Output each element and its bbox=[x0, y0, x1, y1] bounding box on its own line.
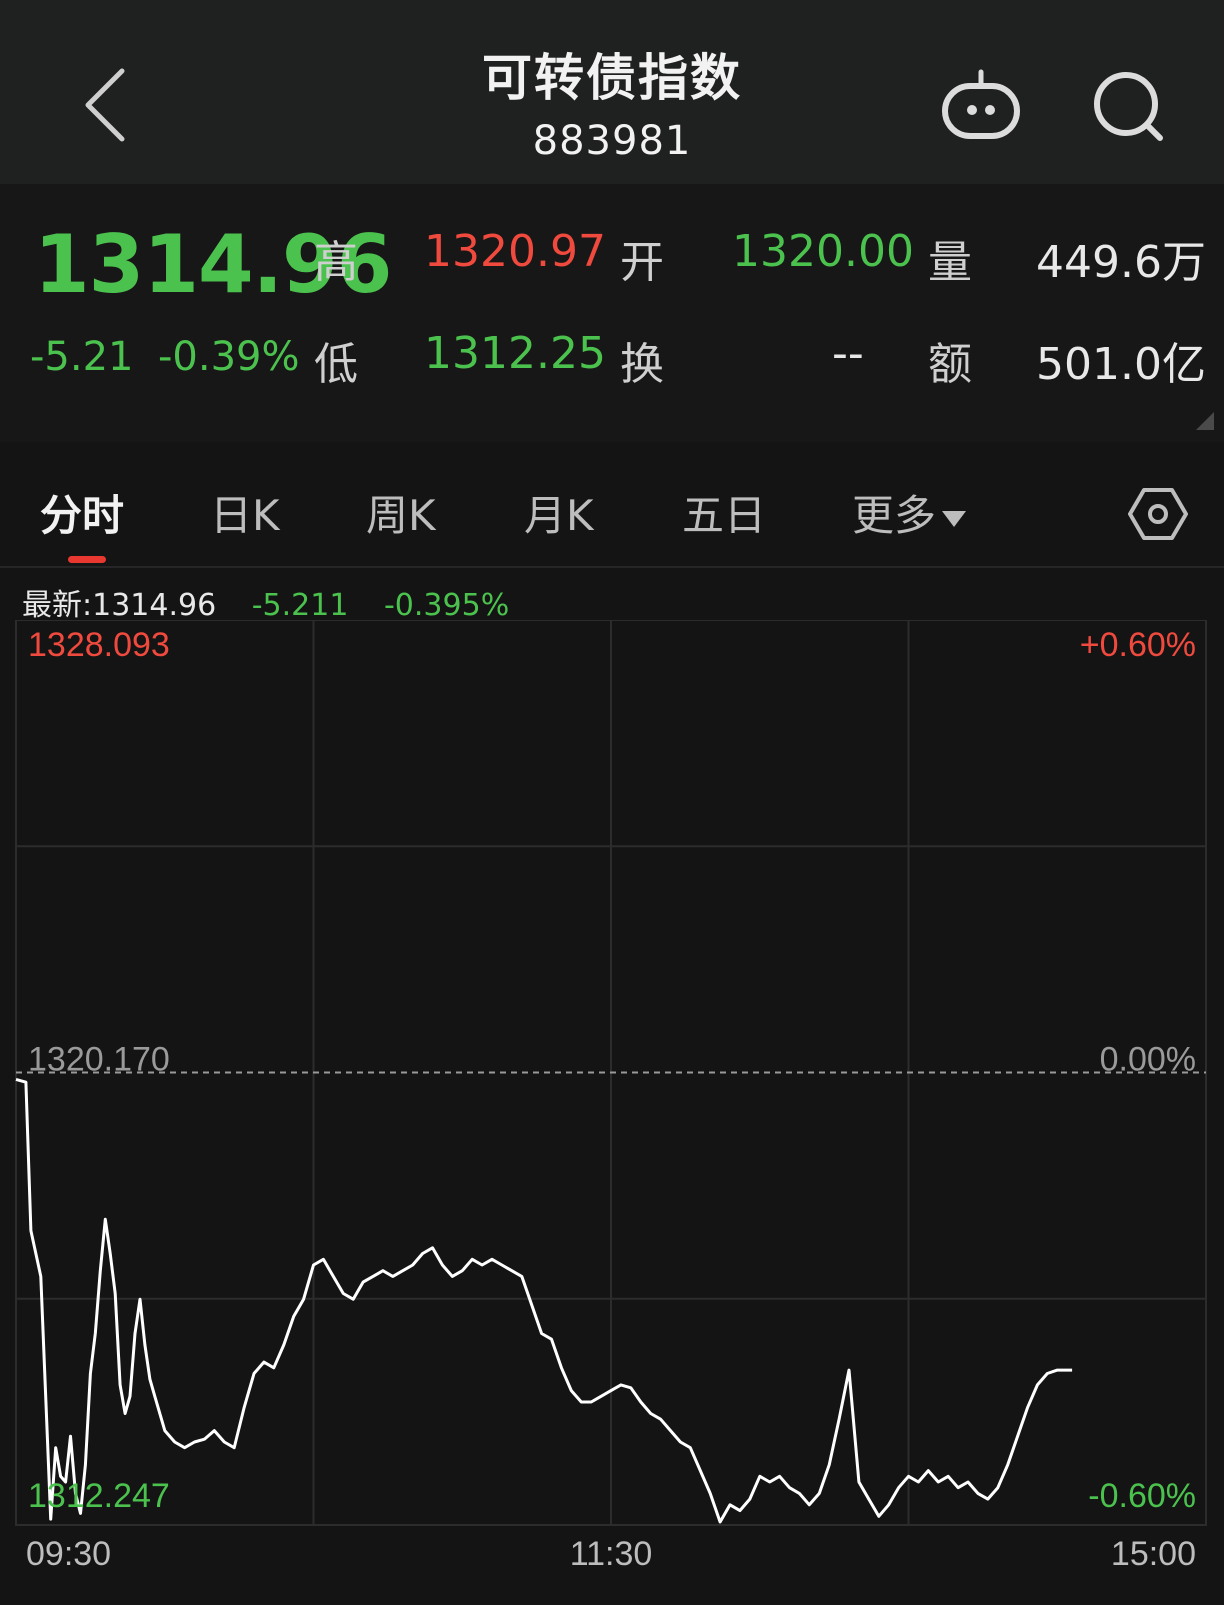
volume-label: 量 bbox=[928, 237, 972, 288]
turnover-label: 换 bbox=[620, 339, 664, 390]
robot-icon bbox=[942, 69, 1020, 139]
amount-value: 501.0亿 bbox=[1036, 339, 1206, 390]
latest-quote-row: 最新:1314.96 -5.211 -0.395% bbox=[22, 580, 535, 624]
x-label-open: 09:30 bbox=[26, 1535, 111, 1573]
latest-change: -5.211 bbox=[251, 588, 349, 623]
high-label: 高 bbox=[314, 237, 358, 288]
index-code: 883981 bbox=[532, 118, 692, 164]
amount-label: 额 bbox=[928, 339, 972, 390]
latest-price: 最新:1314.96 bbox=[22, 588, 217, 623]
active-tab-indicator bbox=[68, 556, 106, 563]
tab-intraday[interactable]: 分时 bbox=[40, 482, 124, 543]
chart-settings-button[interactable] bbox=[1128, 484, 1188, 544]
settings-icon bbox=[1128, 488, 1188, 540]
y-min-label: 1312.247 bbox=[28, 1477, 170, 1515]
y-max-label: 1328.093 bbox=[28, 626, 170, 664]
tab-five-day[interactable]: 五日 bbox=[682, 482, 766, 543]
open-value: 1320.00 bbox=[732, 226, 914, 277]
tab-daily-k[interactable]: 日K bbox=[210, 482, 280, 543]
tab-more[interactable]: 更多 bbox=[852, 482, 967, 543]
x-label-close: 15:00 bbox=[1111, 1535, 1196, 1573]
price-change-pct: -0.39% bbox=[158, 334, 300, 380]
assistant-button[interactable] bbox=[938, 66, 1024, 146]
expand-corner-icon[interactable] bbox=[1196, 412, 1214, 430]
high-value: 1320.97 bbox=[424, 226, 606, 277]
price-line bbox=[15, 1077, 1073, 1524]
app-header: 可转债指数 883981 bbox=[0, 0, 1224, 184]
turnover-value: -- bbox=[832, 328, 864, 379]
search-icon bbox=[1094, 72, 1163, 141]
search-button[interactable] bbox=[1090, 66, 1172, 146]
low-value: 1312.25 bbox=[424, 328, 606, 379]
low-label: 低 bbox=[314, 339, 358, 390]
x-label-midday: 11:30 bbox=[570, 1535, 653, 1573]
volume-value: 449.6万 bbox=[1036, 237, 1206, 288]
page-title: 可转债指数 bbox=[482, 49, 742, 107]
intraday-chart[interactable]: 1328.093 1320.170 1312.247 +0.60% 0.00% … bbox=[0, 620, 1224, 1605]
quote-panel: 1314.96 -5.21 -0.39% 高 1320.97 低 1312.25… bbox=[0, 184, 1224, 442]
tab-weekly-k[interactable]: 周K bbox=[366, 482, 436, 543]
latest-change-pct: -0.395% bbox=[383, 588, 510, 623]
price-change: -5.21 bbox=[30, 334, 134, 380]
pct-max-label: +0.60% bbox=[1080, 626, 1196, 664]
pct-mid-label: 0.00% bbox=[1100, 1041, 1196, 1079]
caret-down-icon bbox=[942, 510, 967, 527]
tab-monthly-k[interactable]: 月K bbox=[524, 482, 594, 543]
pct-min-label: -0.60% bbox=[1088, 1477, 1196, 1515]
y-mid-label: 1320.170 bbox=[28, 1041, 170, 1079]
open-label: 开 bbox=[620, 237, 664, 288]
chart-period-tabs: 分时 日K 周K 月K 五日 更多 bbox=[0, 456, 1224, 568]
